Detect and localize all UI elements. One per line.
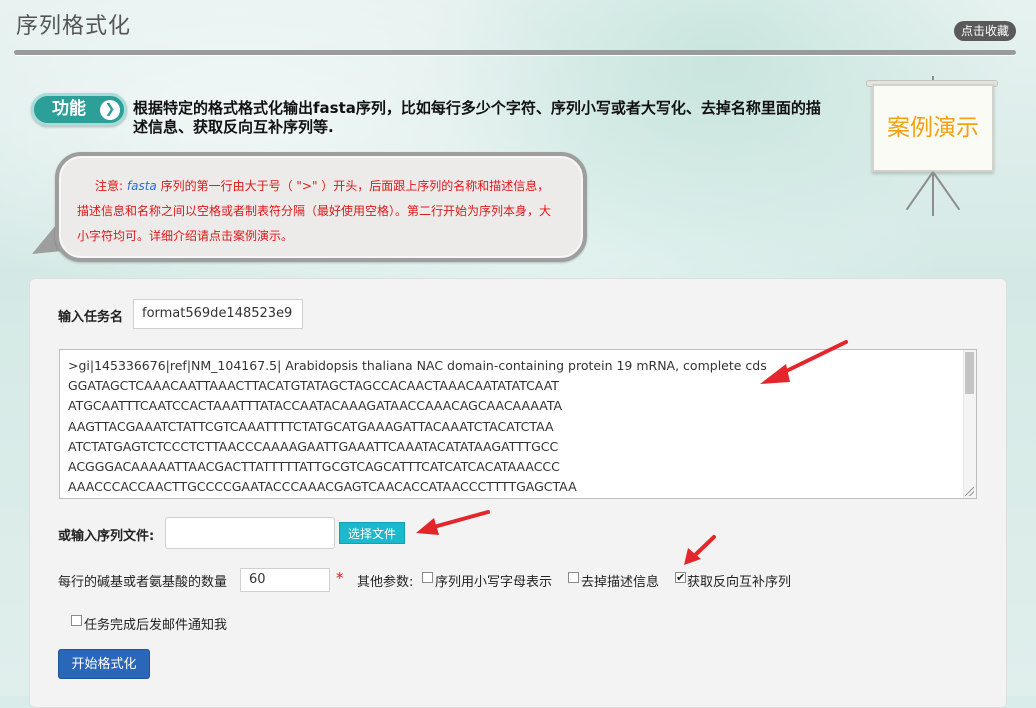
start-format-button[interactable]: 开始格式化 (58, 649, 150, 679)
remove-description-checkbox[interactable] (568, 572, 579, 583)
easel-leg-center (932, 172, 934, 216)
chevron-right-icon: ❯ (100, 100, 120, 120)
resize-handle-icon[interactable] (965, 487, 974, 496)
file-path-input[interactable] (165, 517, 335, 549)
line-length-label: 每行的碱基或者氨基酸的数量 (58, 575, 228, 590)
task-name-input[interactable]: format569de148523e9 (133, 299, 303, 329)
lowercase-checkbox[interactable] (422, 572, 433, 583)
title-divider (14, 50, 1016, 55)
sequence-line: AAGTTACGAAATCTATTCGTCAAATTTTCTATGCATGAAA… (68, 418, 554, 434)
line-length-input[interactable]: 60 (240, 568, 330, 592)
reverse-complement-checkbox[interactable]: ✔ (675, 572, 686, 583)
required-asterisk: * (336, 569, 344, 587)
remove-description-label[interactable]: 去掉描述信息 (581, 571, 659, 590)
easel-leg-right (932, 171, 961, 211)
sequence-line: ATGCAATTTCAATCCACTAAATTTATACCAATACAAAGAT… (68, 398, 563, 414)
email-notify-checkbox[interactable] (71, 615, 82, 626)
choose-file-button[interactable]: 选择文件 (339, 522, 405, 544)
add-favorite-button[interactable]: 点击收藏 (953, 21, 1016, 41)
case-demo-button[interactable]: 案例演示 (872, 84, 994, 172)
notice-prefix: 注意: (95, 179, 127, 193)
file-label: 或输入序列文件: (58, 529, 155, 544)
sequence-line: AAACCCACCAACTTGCCCCGAATACCCAAACGAGTCAACA… (68, 479, 577, 495)
sequence-line: ATCTATGAGTCTCCCTCTTAACCCAAAAGAATTGAAATTC… (68, 438, 559, 454)
sequence-line: ACGGGACAAAAATTAACGACTTATTTTTATTGCGTCAGCA… (68, 459, 560, 475)
annotation-arrow-reverse (684, 535, 716, 565)
function-badge-label: 功能 (52, 99, 86, 119)
notice-bubble: 注意: fasta 序列的第一行由大于号（ ">" ）开头，后面跟上序列的名称和… (55, 152, 587, 262)
lowercase-option-label[interactable]: 序列用小写字母表示 (435, 571, 552, 590)
function-badge: 功能 ❯ (31, 93, 127, 126)
scrollbar-thumb[interactable] (965, 352, 974, 394)
textarea-scrollbar[interactable] (963, 350, 976, 498)
task-name-label: 输入任务名 (58, 310, 124, 325)
function-description: 根据特定的格式格式化输出fasta序列，比如每行多少个字符、序列小写或者大写化、… (133, 99, 821, 136)
easel-leg-left (905, 171, 934, 211)
annotation-arrow-sequence (760, 340, 848, 384)
notice-fasta-word: fasta (126, 179, 157, 193)
page-title: 序列格式化 (16, 14, 132, 39)
annotation-arrow-file (416, 510, 490, 535)
email-notify-label[interactable]: 任务完成后发邮件通知我 (84, 614, 227, 633)
reverse-complement-label[interactable]: 获取反向互补序列 (687, 571, 791, 590)
demo-easel[interactable]: 案例演示 (866, 76, 998, 226)
other-params-label: 其他参数: (357, 575, 414, 590)
format-form-panel: 输入任务名 format569de148523e9 >gi|145336676|… (29, 278, 1007, 708)
